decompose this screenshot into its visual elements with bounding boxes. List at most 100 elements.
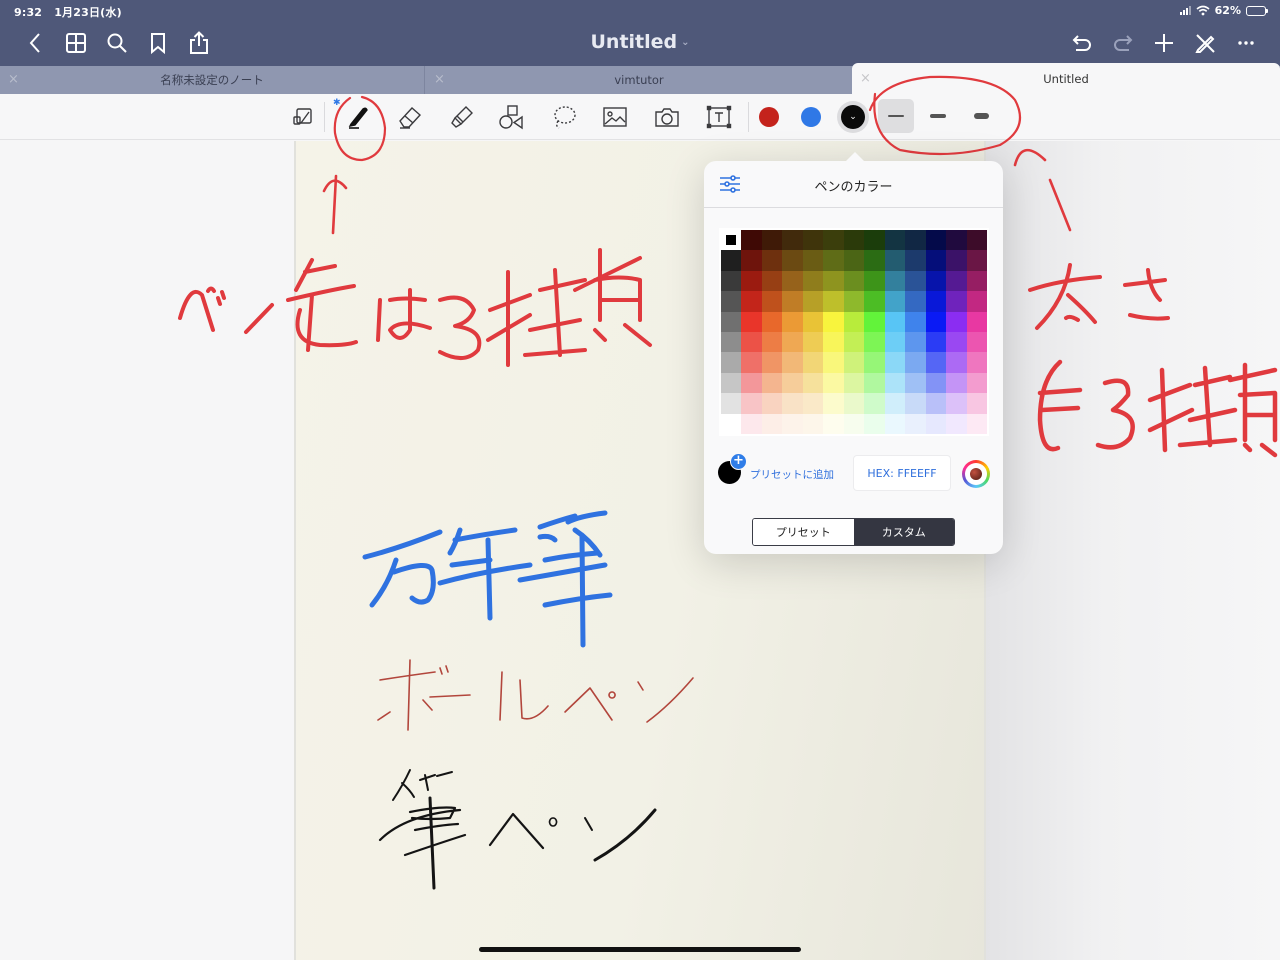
palette-color-cell[interactable] — [761, 413, 783, 434]
palette-color-cell[interactable] — [925, 352, 947, 373]
palette-color-cell[interactable] — [843, 291, 865, 312]
close-icon[interactable]: × — [434, 72, 445, 87]
palette-color-cell[interactable] — [864, 352, 885, 373]
palette-color-cell[interactable] — [884, 352, 906, 373]
redo-button[interactable] — [1102, 28, 1143, 58]
palette-color-cell[interactable] — [823, 372, 844, 394]
palette-color-cell[interactable] — [802, 250, 824, 271]
palette-color-cell[interactable] — [761, 311, 783, 332]
palette-color-cell[interactable] — [905, 372, 926, 394]
palette-color-cell[interactable] — [946, 331, 967, 353]
segment-custom[interactable]: カスタム — [853, 519, 954, 545]
palette-color-cell[interactable] — [864, 311, 885, 332]
palette-color-cell[interactable] — [925, 311, 947, 332]
palette-color-cell[interactable] — [946, 291, 967, 312]
palette-color-cell[interactable] — [905, 270, 926, 292]
palette-color-cell[interactable] — [864, 291, 885, 312]
palette-color-cell[interactable] — [884, 230, 906, 251]
palette-color-cell[interactable] — [721, 352, 742, 373]
palette-color-cell[interactable] — [782, 291, 803, 312]
palette-color-cell[interactable] — [925, 393, 947, 414]
color-swatch-blue[interactable] — [801, 107, 821, 127]
palette-color-cell[interactable] — [823, 311, 844, 332]
palette-color-cell[interactable] — [782, 311, 803, 332]
tab-untitled[interactable]: × Untitled — [852, 63, 1280, 94]
palette-color-cell[interactable] — [884, 372, 906, 394]
palette-color-cell[interactable] — [946, 311, 967, 332]
palette-color-cell[interactable] — [864, 230, 885, 251]
palette-color-cell[interactable] — [761, 250, 783, 271]
palette-color-cell[interactable] — [802, 270, 824, 292]
palette-color-cell[interactable] — [905, 352, 926, 373]
palette-color-cell[interactable] — [802, 331, 824, 353]
palette-color-cell[interactable] — [925, 230, 947, 251]
palette-color-cell[interactable] — [946, 393, 967, 414]
palette-color-cell[interactable] — [966, 250, 987, 271]
palette-color-cell[interactable] — [823, 291, 844, 312]
palette-color-cell[interactable] — [741, 331, 762, 353]
add-page-button[interactable] — [1143, 28, 1184, 58]
palette-color-cell[interactable] — [843, 352, 865, 373]
palette-color-cell[interactable] — [782, 413, 803, 434]
segment-preset[interactable]: プリセット — [753, 519, 854, 545]
palette-color-cell[interactable] — [884, 413, 906, 434]
palette-color-cell[interactable] — [741, 311, 762, 332]
more-button[interactable] — [1225, 28, 1266, 58]
palette-color-cell[interactable] — [966, 372, 987, 394]
palette-color-cell[interactable] — [946, 230, 967, 251]
close-icon[interactable]: × — [8, 72, 19, 87]
palette-color-cell[interactable] — [864, 393, 885, 414]
lasso-tool-button[interactable] — [546, 99, 582, 135]
palette-color-cell[interactable] — [741, 250, 762, 271]
image-tool-button[interactable] — [597, 99, 633, 135]
palette-color-cell[interactable] — [802, 291, 824, 312]
palette-color-cell[interactable] — [966, 331, 987, 353]
palette-color-cell[interactable] — [721, 372, 742, 394]
palette-color-cell[interactable] — [966, 413, 987, 434]
palette-color-cell[interactable] — [823, 352, 844, 373]
palette-color-cell[interactable] — [946, 250, 967, 271]
palette-color-cell[interactable] — [721, 311, 742, 332]
palette-color-cell[interactable] — [802, 352, 824, 373]
palette-color-cell[interactable] — [966, 291, 987, 312]
color-swatch-red[interactable] — [759, 107, 779, 127]
palette-color-cell[interactable] — [905, 291, 926, 312]
thickness-medium-button[interactable] — [920, 99, 956, 133]
palette-color-cell[interactable] — [884, 250, 906, 271]
palette-color-cell[interactable] — [966, 393, 987, 414]
palette-color-cell[interactable] — [782, 230, 803, 251]
palette-color-cell[interactable] — [823, 413, 844, 434]
palette-color-cell[interactable] — [864, 372, 885, 394]
palette-color-cell[interactable] — [802, 230, 824, 251]
palette-color-cell[interactable] — [884, 393, 906, 414]
palette-color-cell[interactable] — [925, 250, 947, 271]
palette-color-cell[interactable] — [843, 230, 865, 251]
palette-color-cell[interactable] — [721, 270, 742, 292]
palette-color-cell[interactable] — [721, 291, 742, 312]
pen-tool-button[interactable] — [340, 99, 376, 135]
eraser-tool-button[interactable] — [392, 99, 428, 135]
palette-color-cell[interactable] — [741, 372, 762, 394]
palette-color-cell[interactable] — [966, 230, 987, 251]
palette-color-cell[interactable] — [966, 270, 987, 292]
palette-color-cell[interactable] — [843, 270, 865, 292]
palette-color-cell[interactable] — [925, 270, 947, 292]
palette-color-cell[interactable] — [761, 230, 783, 251]
palette-color-cell[interactable] — [905, 311, 926, 332]
palette-color-cell[interactable] — [843, 311, 865, 332]
palette-color-cell[interactable] — [741, 270, 762, 292]
palette-color-cell[interactable] — [946, 413, 967, 434]
palette-color-cell[interactable] — [823, 393, 844, 414]
palette-color-cell[interactable] — [843, 393, 865, 414]
palette-color-cell[interactable] — [802, 372, 824, 394]
palette-color-cell[interactable] — [843, 250, 865, 271]
palette-color-cell[interactable] — [864, 250, 885, 271]
palette-color-cell[interactable] — [843, 331, 865, 353]
palette-color-cell[interactable] — [761, 270, 783, 292]
palette-color-cell[interactable] — [721, 413, 742, 434]
palette-color-cell[interactable] — [925, 331, 947, 353]
palette-color-cell[interactable] — [741, 393, 762, 414]
palette-color-cell[interactable] — [823, 230, 844, 251]
tab-untitled-note-jp[interactable]: × 名称未設定のノート — [0, 66, 425, 94]
palette-color-cell[interactable] — [843, 413, 865, 434]
